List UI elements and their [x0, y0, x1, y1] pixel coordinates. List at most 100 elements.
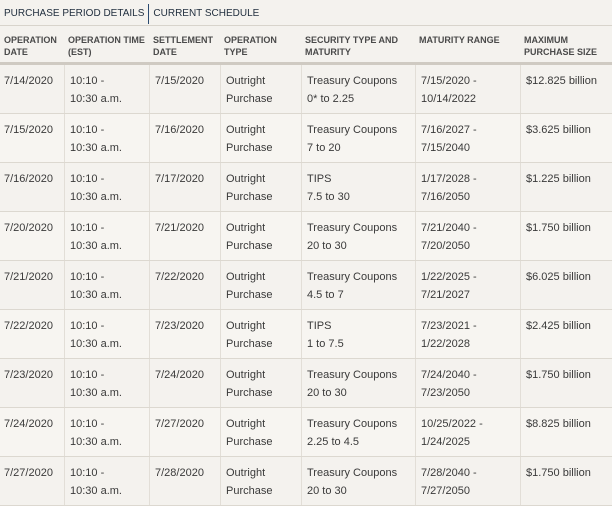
- column-divider: [149, 65, 150, 113]
- header-operation-date[interactable]: OPERATION DATE: [4, 34, 57, 58]
- operation-date: 7/20/2020: [4, 222, 53, 234]
- table-row: 7/15/2020 10:10 - 10:30 a.m. 7/16/2020 Ou…: [0, 114, 612, 163]
- header-line: DATE: [153, 47, 177, 57]
- operation-time: 10:10 - 10:30 a.m.: [70, 121, 122, 157]
- header-maximum-purchase-size[interactable]: MAXIMUM PURCHASE SIZE: [524, 34, 597, 58]
- header-settlement-date[interactable]: SETTLEMENT DATE: [153, 34, 213, 58]
- header-line: MATURITY: [305, 47, 351, 57]
- tab-bar: PURCHASE PERIOD DETAILS CURRENT SCHEDULE: [0, 4, 612, 24]
- type-line: Purchase: [226, 191, 273, 203]
- column-divider: [301, 359, 302, 407]
- settlement-date: 7/16/2020: [155, 124, 204, 136]
- column-divider: [64, 163, 65, 211]
- time-line: 10:10 -: [70, 124, 105, 136]
- security-line: 0* to 2.25: [307, 93, 355, 105]
- maturity-range: 1/22/2025 - 7/21/2027: [421, 268, 477, 304]
- type-line: Purchase: [226, 436, 273, 448]
- header-maturity-range[interactable]: MATURITY RANGE: [419, 34, 500, 46]
- range-line: 1/22/2028: [421, 338, 470, 350]
- operation-date: 7/15/2020: [4, 124, 53, 136]
- column-divider: [64, 114, 65, 162]
- header-line: MAXIMUM: [524, 35, 568, 45]
- maturity-range: 10/25/2022 - 1/24/2025: [421, 415, 483, 451]
- header-line: SETTLEMENT: [153, 35, 213, 45]
- security-type: Treasury Coupons 4.5 to 7: [307, 268, 397, 304]
- header-security-type[interactable]: SECURITY TYPE AND MATURITY: [305, 34, 398, 58]
- time-line: 10:30 a.m.: [70, 142, 122, 154]
- column-divider: [520, 65, 521, 113]
- column-divider: [301, 457, 302, 505]
- settlement-date: 7/24/2020: [155, 369, 204, 381]
- security-line: TIPS: [307, 173, 332, 185]
- header-line: (EST): [68, 47, 92, 57]
- column-divider: [220, 114, 221, 162]
- column-divider: [220, 408, 221, 456]
- maximum-purchase-size: $1.750 billion: [526, 467, 591, 479]
- tab-purchase-period-details[interactable]: PURCHASE PERIOD DETAILS: [0, 4, 148, 24]
- time-line: 10:30 a.m.: [70, 338, 122, 350]
- tab-current-schedule[interactable]: CURRENT SCHEDULE: [149, 4, 263, 24]
- type-line: Purchase: [226, 289, 273, 301]
- range-line: 7/21/2040 -: [421, 222, 477, 234]
- column-divider: [415, 310, 416, 358]
- column-divider: [520, 408, 521, 456]
- operation-time: 10:10 - 10:30 a.m.: [70, 219, 122, 255]
- type-line: Purchase: [226, 485, 273, 497]
- column-divider: [520, 310, 521, 358]
- settlement-date: 7/17/2020: [155, 173, 204, 185]
- security-type: TIPS 7.5 to 30: [307, 170, 350, 206]
- header-operation-time[interactable]: OPERATION TIME (EST): [68, 34, 145, 58]
- security-line: 1 to 7.5: [307, 338, 344, 350]
- settlement-date: 7/23/2020: [155, 320, 204, 332]
- range-line: 7/27/2050: [421, 485, 470, 497]
- operation-time: 10:10 - 10:30 a.m.: [70, 268, 122, 304]
- operation-date: 7/16/2020: [4, 173, 53, 185]
- type-line: Outright: [226, 173, 266, 185]
- table-row: 7/16/2020 10:10 - 10:30 a.m. 7/17/2020 Ou…: [0, 163, 612, 212]
- column-divider: [415, 65, 416, 113]
- time-line: 10:30 a.m.: [70, 240, 122, 252]
- time-line: 10:30 a.m.: [70, 93, 122, 105]
- range-line: 7/15/2040: [421, 142, 470, 154]
- operation-time: 10:10 - 10:30 a.m.: [70, 317, 122, 353]
- operation-date: 7/24/2020: [4, 418, 53, 430]
- operation-type: Outright Purchase: [226, 72, 272, 108]
- security-type: Treasury Coupons 7 to 20: [307, 121, 397, 157]
- maximum-purchase-size: $12.825 billion: [526, 75, 597, 87]
- header-line: PURCHASE SIZE: [524, 47, 598, 57]
- maturity-range: 7/24/2040 - 7/23/2050: [421, 366, 477, 402]
- column-divider: [220, 163, 221, 211]
- security-line: 20 to 30: [307, 240, 347, 252]
- column-divider: [149, 408, 150, 456]
- column-divider: [301, 310, 302, 358]
- maximum-purchase-size: $1.750 billion: [526, 369, 591, 381]
- operation-date: 7/22/2020: [4, 320, 53, 332]
- column-divider: [415, 261, 416, 309]
- security-line: Treasury Coupons: [307, 222, 398, 234]
- range-line: 1/24/2025: [421, 436, 470, 448]
- column-divider: [301, 65, 302, 113]
- time-line: 10:10 -: [70, 320, 105, 332]
- operation-type: Outright Purchase: [226, 317, 272, 353]
- column-divider: [520, 114, 521, 162]
- range-line: 7/24/2040 -: [421, 369, 477, 381]
- column-divider: [64, 212, 65, 260]
- type-line: Outright: [226, 124, 266, 136]
- settlement-date: 7/22/2020: [155, 271, 204, 283]
- operation-type: Outright Purchase: [226, 464, 272, 500]
- security-line: 7 to 20: [307, 142, 341, 154]
- operation-type: Outright Purchase: [226, 268, 272, 304]
- range-line: 7/21/2027: [421, 289, 470, 301]
- type-line: Outright: [226, 222, 266, 234]
- maximum-purchase-size: $1.750 billion: [526, 222, 591, 234]
- operation-type: Outright Purchase: [226, 121, 272, 157]
- header-operation-type[interactable]: OPERATION TYPE: [224, 34, 277, 58]
- column-divider: [64, 359, 65, 407]
- security-line: Treasury Coupons: [307, 369, 398, 381]
- operation-time: 10:10 - 10:30 a.m.: [70, 366, 122, 402]
- maximum-purchase-size: $3.625 billion: [526, 124, 591, 136]
- type-line: Outright: [226, 320, 266, 332]
- column-divider: [64, 408, 65, 456]
- column-divider: [301, 261, 302, 309]
- range-line: 7/23/2021 -: [421, 320, 477, 332]
